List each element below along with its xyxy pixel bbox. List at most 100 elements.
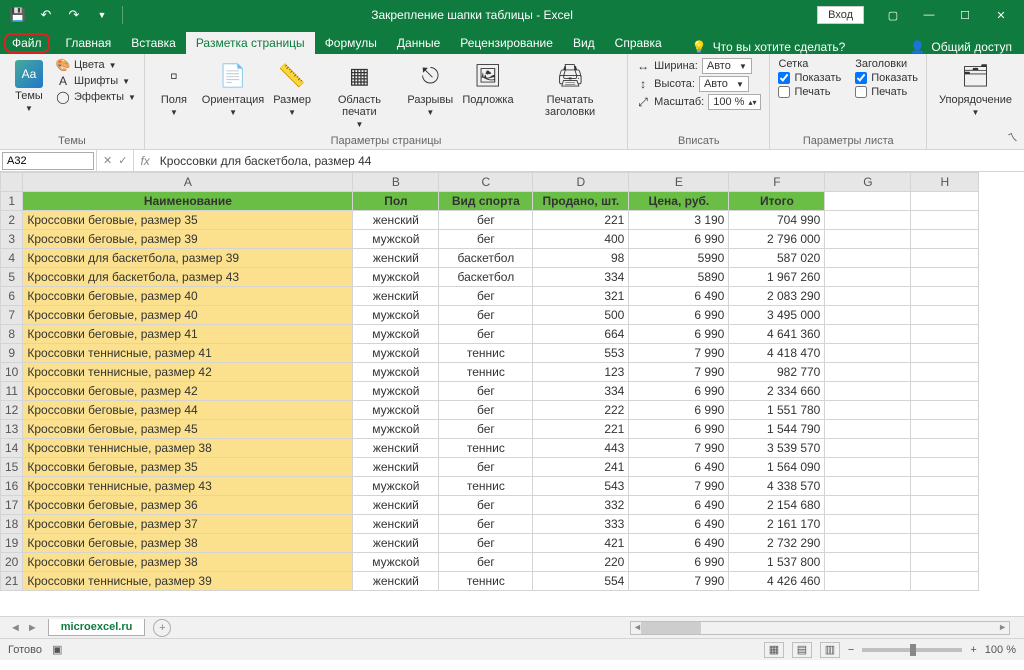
collapse-ribbon-icon[interactable]: ㄟ [1007,129,1018,145]
gridlines-print-check[interactable]: Печать [778,86,841,98]
cell[interactable] [911,306,979,325]
cell[interactable]: мужской [353,230,439,249]
cell[interactable] [825,325,911,344]
cell[interactable]: Кроссовки для баскетбола, размер 43 [23,268,353,287]
cell[interactable] [825,420,911,439]
cell[interactable] [911,458,979,477]
cell[interactable] [911,268,979,287]
cell[interactable]: 1 537 800 [729,553,825,572]
table-header-cell[interactable]: Цена, руб. [629,192,729,211]
row-header[interactable]: 2 [1,211,23,230]
cell[interactable]: мужской [353,382,439,401]
arrange-button[interactable]: 🗂Упорядочение▼ [935,58,1016,133]
cell[interactable]: 704 990 [729,211,825,230]
cell[interactable]: 1 544 790 [729,420,825,439]
cell[interactable]: мужской [353,553,439,572]
col-header[interactable]: D [533,173,629,192]
cell[interactable] [825,439,911,458]
cell[interactable]: женский [353,534,439,553]
cell[interactable]: мужской [353,306,439,325]
cell[interactable]: 1 967 260 [729,268,825,287]
redo-icon[interactable]: ↷ [62,3,86,27]
colors-button[interactable]: 🎨Цвета ▼ [56,58,136,72]
cell[interactable]: 222 [533,401,629,420]
col-header[interactable]: G [825,173,911,192]
cell[interactable]: 2 161 170 [729,515,825,534]
cell[interactable]: Кроссовки беговые, размер 37 [23,515,353,534]
cell[interactable] [825,572,911,591]
cell[interactable]: бег [439,420,533,439]
cell[interactable]: 6 990 [629,420,729,439]
cell[interactable]: мужской [353,344,439,363]
col-header[interactable]: C [439,173,533,192]
page-layout-view-icon[interactable]: ▤ [792,642,812,658]
cell[interactable]: 4 418 470 [729,344,825,363]
zoom-slider[interactable] [862,648,962,652]
row-header[interactable]: 5 [1,268,23,287]
cell[interactable] [825,496,911,515]
table-header-cell[interactable]: Вид спорта [439,192,533,211]
row-header[interactable]: 14 [1,439,23,458]
fx-icon[interactable]: fx [134,154,155,168]
cell[interactable]: 5990 [629,249,729,268]
themes-button[interactable]: Aa Темы▼ [8,58,50,133]
tab-home[interactable]: Главная [56,32,122,54]
cell[interactable]: женский [353,458,439,477]
cell[interactable]: мужской [353,268,439,287]
cell[interactable]: бег [439,553,533,572]
cell[interactable]: 2 334 660 [729,382,825,401]
headings-view-check[interactable]: Показать [855,72,918,84]
cell[interactable] [911,420,979,439]
cell[interactable]: 98 [533,249,629,268]
cell[interactable] [825,211,911,230]
cell[interactable]: баскетбол [439,268,533,287]
cell[interactable]: бег [439,382,533,401]
cell[interactable]: 7 990 [629,572,729,591]
cell[interactable]: 123 [533,363,629,382]
cell[interactable] [911,192,979,211]
tab-data[interactable]: Данные [387,32,450,54]
cell[interactable]: Кроссовки беговые, размер 35 [23,458,353,477]
cell[interactable]: женский [353,287,439,306]
row-header[interactable]: 6 [1,287,23,306]
normal-view-icon[interactable]: ▦ [764,642,784,658]
cell[interactable]: женский [353,211,439,230]
cell[interactable]: 500 [533,306,629,325]
tab-file[interactable]: Файл [4,33,50,53]
row-header[interactable]: 11 [1,382,23,401]
tab-review[interactable]: Рецензирование [450,32,563,54]
cell[interactable]: Кроссовки теннисные, размер 42 [23,363,353,382]
cell[interactable]: Кроссовки беговые, размер 44 [23,401,353,420]
row-header[interactable]: 1 [1,192,23,211]
save-icon[interactable]: 💾 [6,3,30,27]
cell[interactable]: 1 551 780 [729,401,825,420]
cell[interactable]: Кроссовки беговые, размер 39 [23,230,353,249]
col-header[interactable]: E [629,173,729,192]
print-titles-button[interactable]: 🖨Печатать заголовки [521,58,619,133]
table-header-cell[interactable]: Пол [353,192,439,211]
cell[interactable]: женский [353,515,439,534]
cell[interactable] [911,439,979,458]
cell[interactable]: 6 990 [629,401,729,420]
cell[interactable]: теннис [439,363,533,382]
cell[interactable] [911,572,979,591]
cell[interactable]: 7 990 [629,477,729,496]
cell[interactable]: мужской [353,325,439,344]
row-header[interactable]: 3 [1,230,23,249]
cell[interactable]: Кроссовки беговые, размер 41 [23,325,353,344]
tab-insert[interactable]: Вставка [121,32,186,54]
row-header[interactable]: 19 [1,534,23,553]
cell[interactable] [825,515,911,534]
gridlines-view-check[interactable]: Показать [778,72,841,84]
headings-print-check[interactable]: Печать [855,86,918,98]
tab-help[interactable]: Справка [605,32,672,54]
cell[interactable]: 587 020 [729,249,825,268]
row-header[interactable]: 7 [1,306,23,325]
cell[interactable]: бег [439,496,533,515]
horizontal-scrollbar[interactable]: ◄► [630,621,1010,635]
background-button[interactable]: 🖼Подложка [461,58,515,133]
cell[interactable] [911,382,979,401]
cell[interactable] [825,553,911,572]
cell[interactable]: бег [439,325,533,344]
cell[interactable]: бег [439,515,533,534]
